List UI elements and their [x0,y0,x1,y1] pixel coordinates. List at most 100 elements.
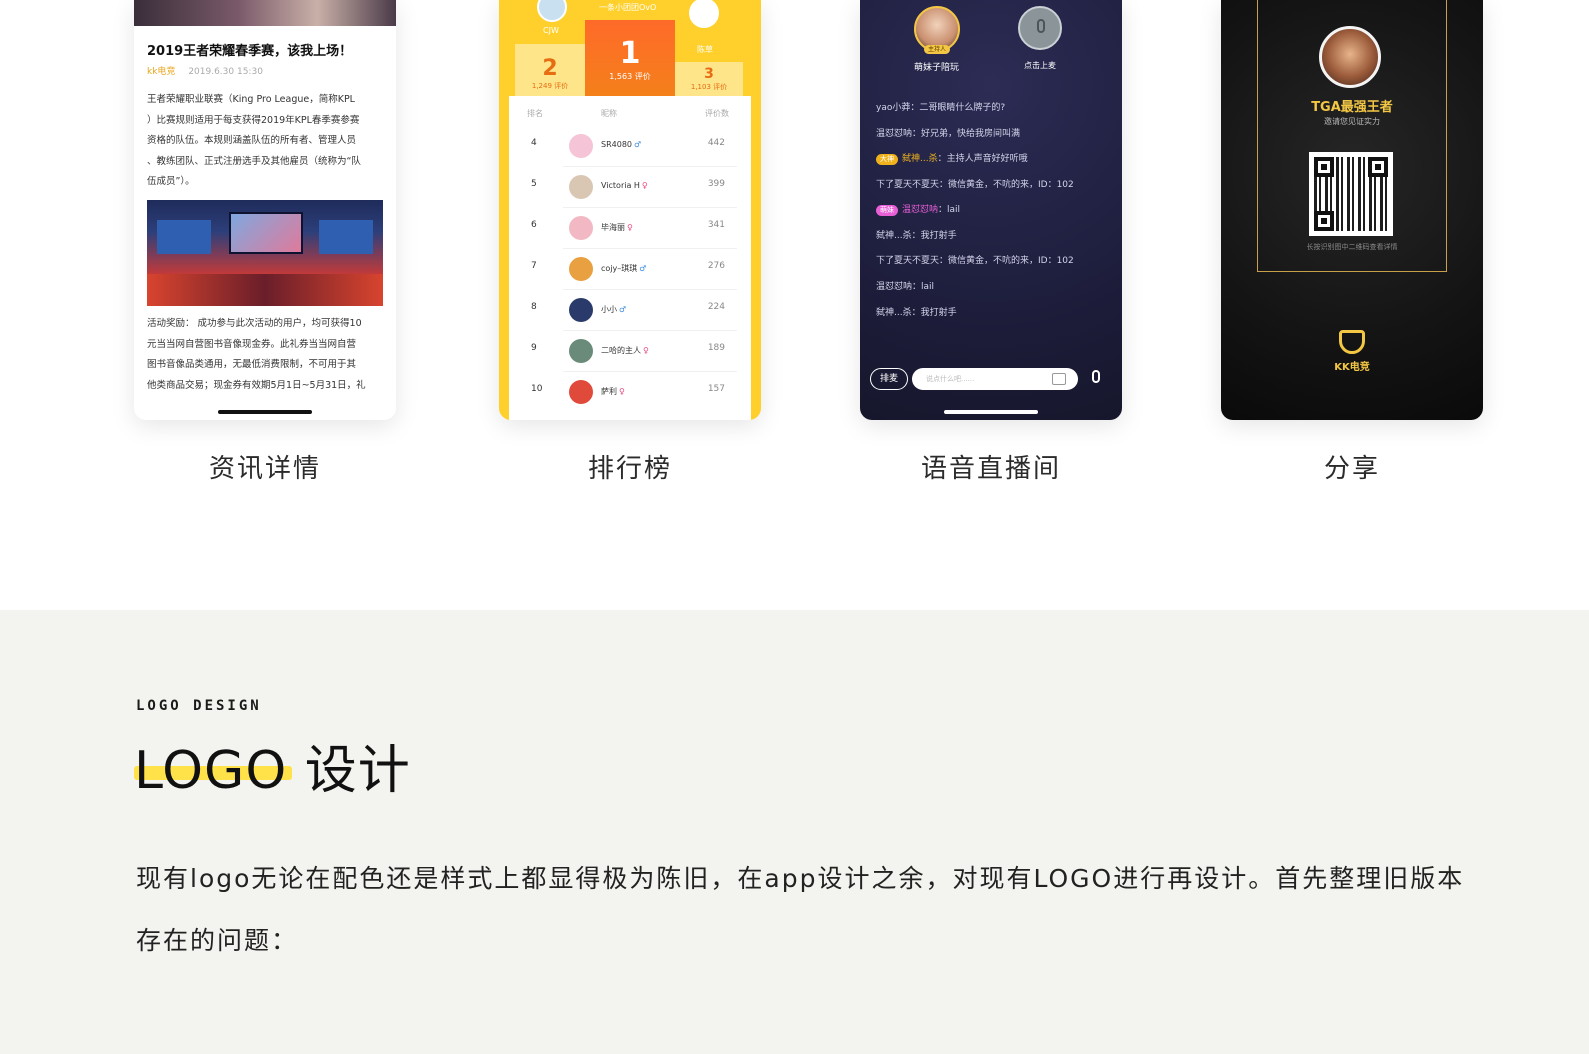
user-avatar [569,257,593,281]
podium-rank: 1 [619,36,641,71]
news-detail-screen: 2019王者荣耀春季赛，该我上场！ kk电竞 2019.6.30 15:30 王… [134,0,396,420]
news-line: 伍成员”）。 [147,176,195,187]
podium-rank: 2 [542,56,558,81]
third-place-name: 陈草 [697,45,713,54]
column-rank: 排名 [527,109,543,118]
logo-design-section: LOGO DESIGN LOGO 设计 现有logo无论在配色还是样式上都显得极… [0,610,1589,1054]
section-heading: LOGO 设计 [134,741,411,801]
chat-message: 弑神...杀：我打射手 [876,231,957,241]
row-name: SR4080 ♂ [601,140,642,149]
podium-score: 1,563 评价 [609,72,651,81]
third-place-avatar[interactable] [689,0,719,28]
podium-third: 3 1,103 评价 [675,62,743,96]
caption-news: 资讯详情 [208,454,321,484]
hero-avatar [1319,26,1381,88]
news-title: 2019王者荣耀春季赛，该我上场！ [147,44,353,59]
female-icon: ♀ [627,223,633,232]
chat-message: 萌妹 温怼怼呐：lail [876,202,960,216]
join-mic-label: 点击上麦 [1024,61,1056,70]
chat-message: 温怼怼呐：lail [876,282,935,292]
news-stage-photo [147,200,383,306]
column-nickname: 昵称 [601,109,617,118]
screens-showcase: 2019王者荣耀春季赛，该我上场！ kk电竞 2019.6.30 15:30 王… [0,0,1589,610]
ranking-row[interactable]: 4 SR4080 ♂ 442 [509,126,751,167]
user-avatar [569,175,593,199]
qr-code[interactable] [1309,152,1393,236]
voice-room-screen: 主持人 萌妹子陪玩 点击上麦 yao小莽：二哥眼睛什么牌子的? 温怼怼呐：好兄弟… [860,0,1122,420]
chat-message: yao小莽：二哥眼睛什么牌子的? [876,103,1006,113]
news-line: ）比赛规则适用于每支获得2019年KPL春季赛参赛 [147,114,360,126]
news-source[interactable]: kk电竞 [147,67,175,77]
caption-share: 分享 [1323,454,1380,484]
ranking-row[interactable]: 9 二哈的主人 ♀ 189 [509,331,751,372]
row-rank: 5 [531,179,537,189]
news-hero-image [134,0,396,26]
user-badge: 大神 [876,154,898,165]
chat-input[interactable]: 说点什么吧...... [912,368,1078,390]
podium-score: 1,103 评价 [690,83,728,91]
podium-first: 1 1,563 评价 [585,20,675,96]
user-avatar [569,298,593,322]
second-place-name: CJW [543,26,559,35]
caption-voice: 语音直播间 [920,454,1061,484]
user-avatar [569,339,593,363]
share-subtitle: 邀请您见证实力 [1324,117,1380,126]
female-icon: ♀ [641,181,648,190]
ranking-row[interactable]: 6 毕海丽 ♀ 341 [509,208,751,249]
news-line: 他类商品交易；现金券有效期5月1日~5月31日，礼 [147,379,366,391]
team-name: 一条小团团OvO [599,3,657,12]
ranking-row[interactable]: 8 小小 ♂ 224 [509,290,751,331]
column-score: 评价数 [705,109,729,118]
queue-button[interactable]: 排麦 [870,368,908,390]
news-line: 、教练团队、正式注册选手及其他雇员（统称为“队 [147,155,361,167]
chat-input-placeholder: 说点什么吧...... [926,375,975,383]
podium-second: 2 1,249 评价 [515,44,585,96]
row-name: 二哈的主人 ♀ [601,346,649,355]
share-screen: TGA最强王者 邀请您见证实力 长按识别图中二维码查看详情 KK电竞 [1221,0,1483,420]
male-icon: ♂ [639,264,647,273]
section-body: 现有logo无论在配色还是样式上都显得极为陈旧，在app设计之余，对现有LOGO… [136,864,1465,955]
ranking-row[interactable]: 5 Victoria H ♀ 399 [509,167,751,208]
join-mic-button[interactable] [1018,6,1062,50]
row-score: 224 [707,302,725,312]
host-name: 萌妹子陪玩 [914,63,960,73]
ranking-row[interactable]: 7 cojy–琪琪 ♂ 276 [509,249,751,290]
news-line: 活动奖励： 成功参与此次活动的用户，均可获得10 [147,318,362,329]
row-score: 157 [707,384,725,394]
news-paragraph-1: 王者荣耀职业联赛（King Pro League，简称KPL ）比赛规则适用于每… [147,90,383,193]
chat-message: 弑神...杀：我打射手 [876,308,957,318]
ranking-screen: CJW 一条小团团OvO 陈草 2 1,249 评价 1 1,563 评价 3 … [499,0,761,420]
user-avatar [569,380,593,404]
brand-name: KK电竞 [1334,362,1370,373]
male-icon: ♂ [634,140,642,149]
row-score: 341 [707,220,725,230]
emoji-icon[interactable] [1052,373,1066,385]
kk-shield-logo-icon [1339,330,1365,354]
female-icon: ♀ [643,346,649,355]
row-score: 276 [707,261,725,271]
user-badge: 萌妹 [876,205,898,216]
row-rank: 9 [531,343,537,353]
chat-message: 下了夏天不夏天：微信黄金，不吭的来，ID：102 [876,180,1074,190]
second-place-avatar[interactable] [537,0,567,22]
section-kicker: LOGO DESIGN [136,698,262,714]
chat-message: 下了夏天不夏天：微信黄金，不吭的来，ID：102 [876,256,1074,266]
row-rank: 6 [531,220,537,230]
ranking-row[interactable]: 10 萨利 ♀ 157 [509,372,751,413]
home-indicator [944,410,1038,414]
microphone-icon [1037,19,1045,33]
chat-message: 大神 弑神...杀：主持人声音好好听哦 [876,151,1028,165]
qr-hint: 长按识别图中二维码查看详情 [1306,243,1398,251]
podium-rank: 3 [704,66,714,82]
news-date: 2019.6.30 15:30 [188,67,263,77]
voice-input-icon[interactable] [1092,370,1100,383]
news-line: 王者荣耀职业联赛（King Pro League，简称KPL [147,94,355,105]
row-name: 毕海丽 ♀ [601,223,633,232]
caption-ranking: 排行榜 [587,454,672,484]
row-name: 小小 ♂ [601,305,627,314]
news-paragraph-2: 活动奖励： 成功参与此次活动的用户，均可获得10 元当当网自营图书音像现金券。此… [147,314,383,396]
row-rank: 8 [531,302,537,312]
row-rank: 10 [531,384,543,394]
row-rank: 4 [531,138,537,148]
chat-message: 温怼怼呐：好兄弟，快给我房间叫满 [876,129,1021,139]
